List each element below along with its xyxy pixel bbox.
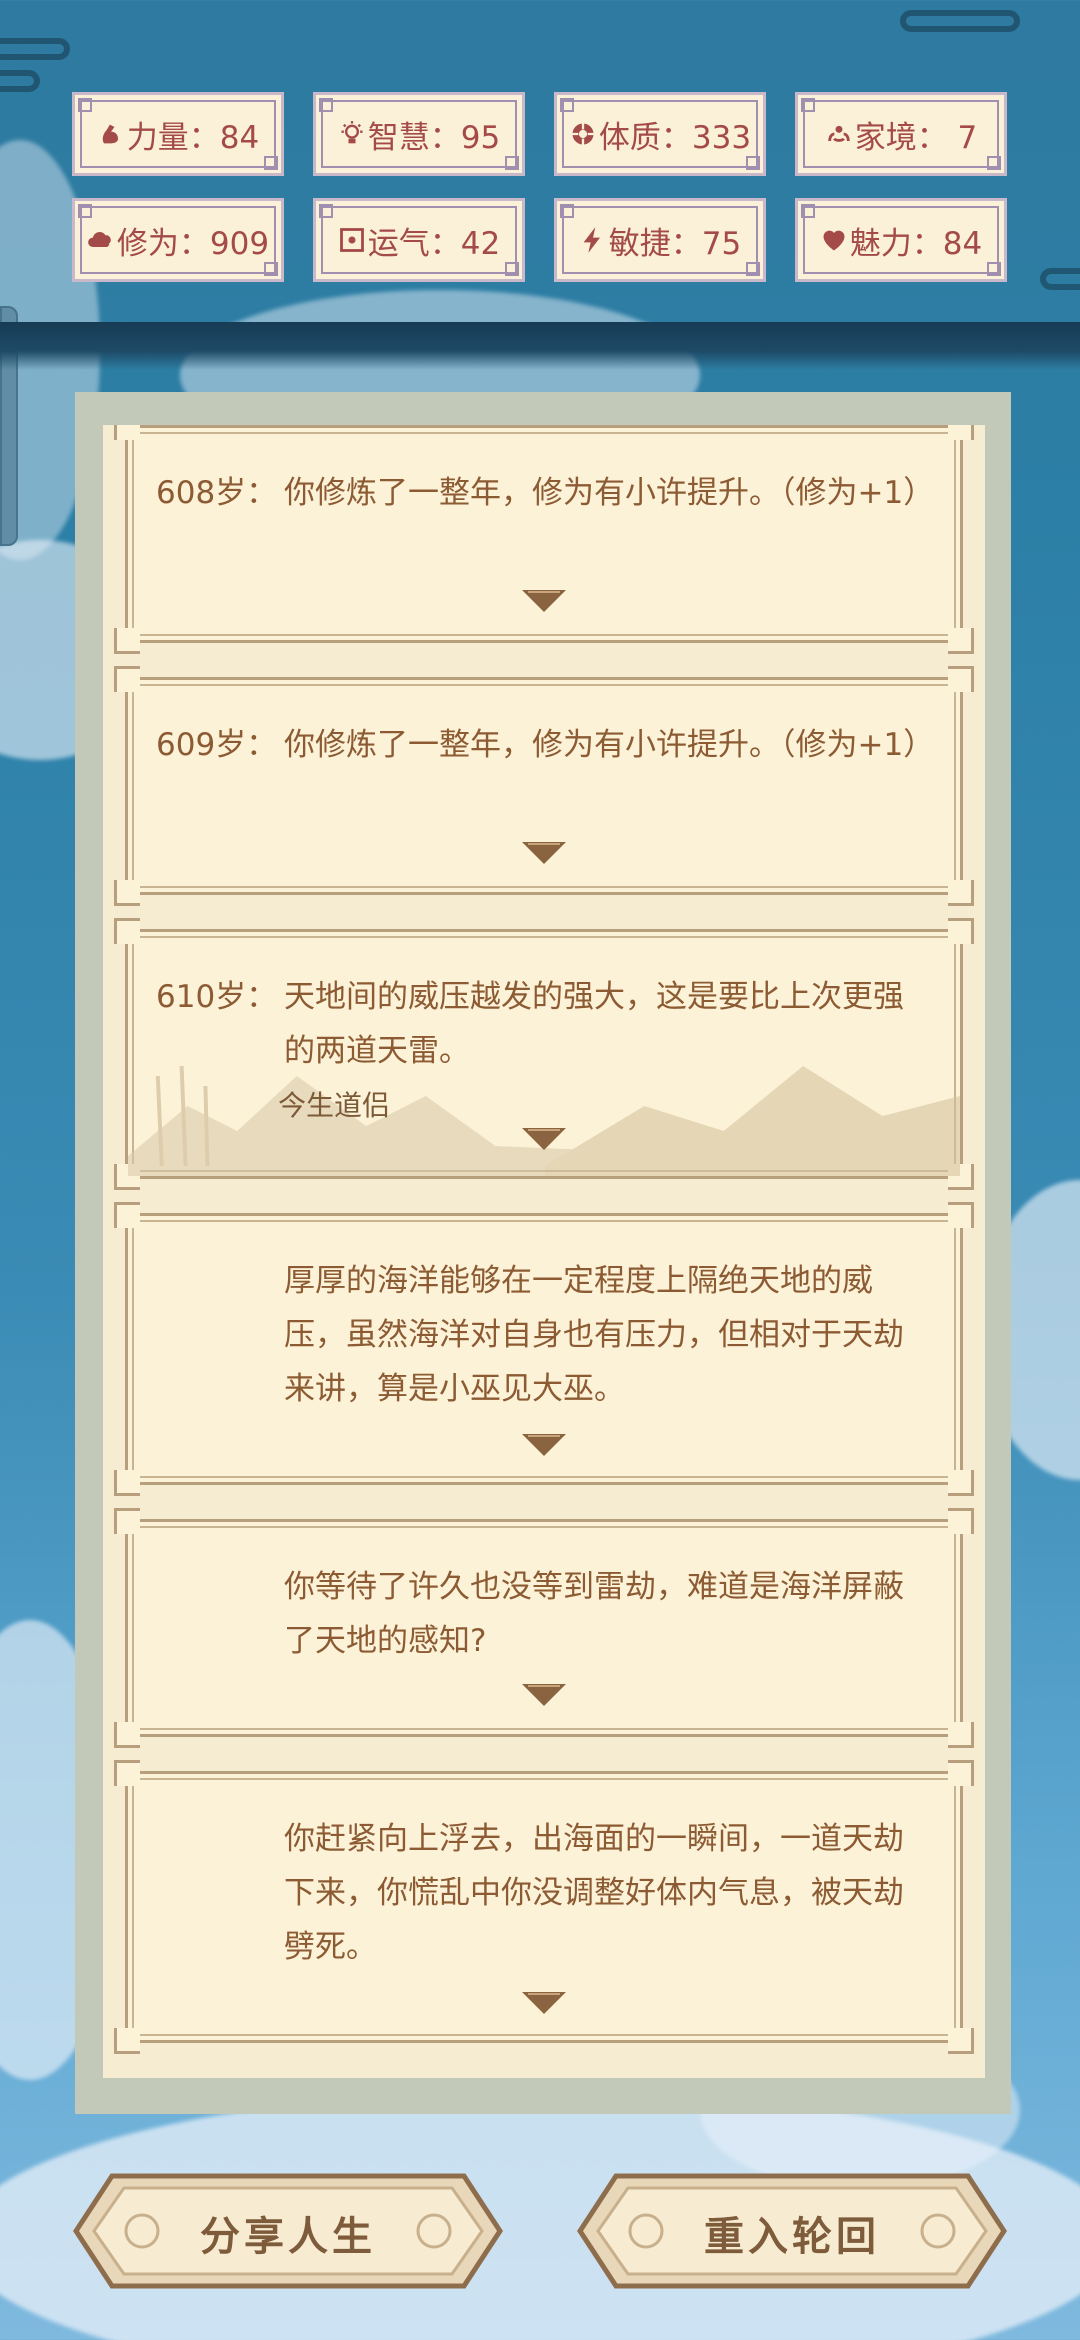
stat-text: 运气：42 [367,225,501,262]
expand-arrow-icon[interactable] [520,840,568,866]
event-card: 你等待了许久也没等到雷劫，难道是海洋屏蔽了天地的感知? [114,1508,974,1748]
event-text: 你修炼了一整年，修为有小许提升。（修为+1） [284,475,935,511]
reincarnate-label: 重入轮回 [704,2214,880,2260]
event-entry: 你等待了许久也没等到雷劫，难道是海洋屏蔽了天地的感知? [156,1560,926,1668]
stat-text: 体质：333 [598,119,752,156]
event-age: 610岁： [156,979,278,1015]
reincarnate-button[interactable]: 重入轮回 [576,2172,1008,2290]
event-card: 厚厚的海洋能够在一定程度上隔绝天地的威压，虽然海洋对自身也有压力，但相对于天劫来… [114,1202,974,1496]
stat-text: 家境： 7 [854,119,978,156]
event-card: 610岁： 天地间的威压越发的强大，这是要比上次更强的两道天雷。 今生道侣 [114,918,974,1190]
event-age: 609岁： [156,727,278,763]
expand-arrow-icon[interactable] [520,1432,568,1458]
event-entry: 610岁： 天地间的威压越发的强大，这是要比上次更强的两道天雷。 [156,970,926,1078]
life-log-feed[interactable]: 608岁： 你修炼了一整年，修为有小许提升。（修为+1） 609岁： 你修炼了一… [103,425,985,2078]
strength-arm-icon [97,120,125,148]
event-text: 厚厚的海洋能够在一定程度上隔绝天地的威压，虽然海洋对自身也有压力，但相对于天劫来… [284,1263,904,1407]
lightning-icon [579,226,607,254]
expand-arrow-icon[interactable] [520,1990,568,2016]
stat-box: 智慧：95 [313,92,525,176]
cloud-cultivation-icon [87,226,115,254]
constitution-icon [569,120,597,148]
stat-box: 修为：909 [72,198,284,282]
stat-text: 敏捷：75 [608,225,742,262]
event-entry: 你赶紧向上浮去，出海面的一瞬间，一道天劫下来，你慌乱中你没调整好体内气息，被天劫… [156,1812,926,1974]
stat-box: 力量：84 [72,92,284,176]
ink-divider [0,322,1080,370]
stat-box: 体质：333 [554,92,766,176]
lightbulb-icon [338,120,366,148]
event-entry: 609岁： 你修炼了一整年，修为有小许提升。（修为+1） [156,718,935,772]
stat-box: 敏捷：75 [554,198,766,282]
share-life-label: 分享人生 [200,2214,376,2260]
event-text: 天地间的威压越发的强大，这是要比上次更强的两道天雷。 [284,979,904,1069]
luck-box-icon [338,226,366,254]
share-life-button[interactable]: 分享人生 [72,2172,504,2290]
stat-text: 魅力：84 [849,225,983,262]
stat-text: 智慧：95 [367,119,501,156]
event-card: 你赶紧向上浮去，出海面的一瞬间，一道天劫下来，你慌乱中你没调整好体内气息，被天劫… [114,1760,974,2054]
event-text: 你修炼了一整年，修为有小许提升。（修为+1） [284,727,935,763]
event-entry: 608岁： 你修炼了一整年，修为有小许提升。（修为+1） [156,466,935,520]
companion-tag: 今生道侣 [278,1089,391,1122]
stat-box: 家境： 7 [795,92,1007,176]
heart-icon [820,226,848,254]
expand-arrow-icon[interactable] [520,1126,568,1152]
stats-panel: 力量：84 智慧：95 体质：333 家境： 7 修为：909 运气：42 敏捷：75 魅力：… [72,92,1008,282]
stat-box: 魅力：84 [795,198,1007,282]
event-card: 609岁： 你修炼了一整年，修为有小许提升。（修为+1） [114,666,974,906]
stat-box: 运气：42 [313,198,525,282]
family-icon [825,120,853,148]
event-text: 你等待了许久也没等到雷劫，难道是海洋屏蔽了天地的感知? [284,1569,904,1659]
event-text: 你赶紧向上浮去，出海面的一瞬间，一道天劫下来，你慌乱中你没调整好体内气息，被天劫… [284,1821,904,1965]
stat-text: 修为：909 [116,225,270,262]
expand-arrow-icon[interactable] [520,588,568,614]
expand-arrow-icon[interactable] [520,1682,568,1708]
event-age: 608岁： [156,475,278,511]
event-card: 608岁： 你修炼了一整年，修为有小许提升。（修为+1） [114,425,974,654]
event-entry: 厚厚的海洋能够在一定程度上隔绝天地的威压，虽然海洋对自身也有压力，但相对于天劫来… [156,1254,926,1416]
stat-text: 力量：84 [126,119,260,156]
